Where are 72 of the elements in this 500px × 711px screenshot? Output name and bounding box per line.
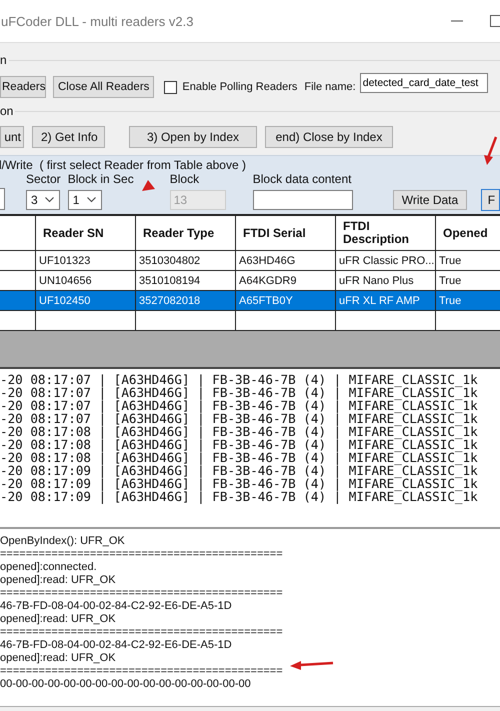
table-cell: UN104656 — [36, 271, 136, 290]
panel-title: l/Write ( first select Reader from Table above ) — [0, 158, 247, 172]
table-cell-text: True — [438, 254, 462, 268]
block-in-sector-dropdown[interactable]: 1 — [68, 190, 102, 210]
log-line: opened]:read: UFR_OK — [0, 613, 116, 626]
log-line: -20 08:17:09 | [A63HD46G] | FB-3B-46-7B (4) | MIFARE_CLASSIC_1k — [0, 490, 479, 503]
log-line: 46-7B-FD-08-04-00-02-84-C2-92-E6-DE-A5-1D — [0, 600, 232, 613]
block-data-field[interactable] — [252, 190, 353, 210]
table-cell: 3510304802 — [136, 251, 236, 270]
chevron-down-icon — [86, 197, 96, 203]
field-label: Block in Sec — [68, 172, 134, 186]
log-line: -20 08:17:08 | [A63HD46G] | FB-3B-46-7B (4) | MIFARE_CLASSIC_1k — [0, 425, 479, 438]
function-button[interactable]: 2) Get Info — [32, 126, 105, 148]
field-label: Sector — [26, 172, 61, 186]
reader-button[interactable]: Readers — [0, 76, 46, 98]
log-line: 46-7B-FD-08-04-00-02-84-C2-92-E6-DE-A5-1D — [0, 639, 232, 652]
table-cell-text: True — [438, 274, 462, 288]
function-button[interactable]: unt — [0, 126, 24, 148]
table-cell: A64KGDR9 — [236, 271, 336, 290]
table-row[interactable]: UF102450 3527082018 A65FTB0Y uFR XL RF AMP True — [0, 291, 500, 311]
reader-button[interactable]: Close All Readers — [53, 76, 154, 98]
log-line: -20 08:17:07 | [A63HD46G] | FB-3B-46-7B (4) | MIFARE_CLASSIC_1k — [0, 399, 479, 412]
annotation-arrow-icon — [484, 136, 498, 166]
log-line: -20 08:17:09 | [A63HD46G] | FB-3B-46-7B (4) | MIFARE_CLASSIC_1k — [0, 464, 479, 477]
input-field[interactable] — [0, 188, 5, 210]
table-cell-text: True — [438, 294, 462, 308]
annotation-arrow-icon — [290, 660, 334, 670]
log-line: -20 08:17:07 | [A63HD46G] | FB-3B-46-7B (4) | MIFARE_CLASSIC_1k — [0, 373, 479, 386]
column-header[interactable]: Opened — [436, 216, 500, 250]
column-header[interactable]: Reader Type — [136, 216, 236, 250]
file-name-field[interactable]: detected_card_date_test — [360, 73, 488, 93]
log-line: -20 08:17:08 | [A63HD46G] | FB-3B-46-7B (4) | MIFARE_CLASSIC_1k — [0, 451, 479, 464]
log-line: ============================================ — [0, 626, 283, 639]
checkbox-label: Enable Polling Readers — [182, 81, 298, 93]
annotation-arrow-icon — [142, 180, 156, 192]
sector-dropdown[interactable]: 3 — [26, 190, 60, 210]
table-cell: A65FTB0Y — [236, 291, 336, 310]
log-line: -20 08:17:08 | [A63HD46G] | FB-3B-46-7B (4) | MIFARE_CLASSIC_1k — [0, 438, 479, 451]
column-header[interactable]: FTDI Description — [336, 216, 436, 250]
polling-checkbox[interactable] — [164, 80, 178, 94]
log-line: ============================================ — [0, 665, 283, 678]
log-line: ============================================ — [0, 587, 283, 600]
table-cell: uFR Nano Plus — [336, 271, 436, 290]
table-cell: UF101323 — [36, 251, 136, 270]
write-data-button[interactable]: Write Data — [392, 190, 467, 210]
log-line: -20 08:17:09 | [A63HD46G] | FB-3B-46-7B (4) | MIFARE_CLASSIC_1k — [0, 477, 479, 490]
chevron-down-icon — [45, 197, 54, 203]
log-line: -20 08:17:07 | [A63HD46G] | FB-3B-46-7B (4) | MIFARE_CLASSIC_1k — [0, 412, 479, 425]
read-button[interactable]: F — [480, 189, 500, 211]
log-line: opened]:read: UFR_OK — [0, 652, 116, 665]
field-label: Block — [170, 172, 200, 186]
table-cell: uFR Classic PRO... — [336, 251, 436, 270]
table-cell: uFR XL RF AMP — [336, 291, 436, 310]
log-line: opened]:read: UFR_OK — [0, 574, 116, 587]
column-header[interactable]: FTDI Serial — [236, 216, 336, 250]
log-line: 00-00-00-00-00-00-00-00-00-00-00-00-00-00-00-00 — [0, 678, 251, 691]
log-line: ============================================ — [0, 548, 283, 561]
column-header[interactable]: Reader SN — [36, 216, 136, 250]
function-button[interactable]: 3) Open by Index — [129, 126, 257, 148]
field-label: Block data content — [252, 172, 352, 186]
table-row[interactable]: UF101323 3510304802 A63HD46G uFR Classic PRO... True — [0, 251, 500, 271]
field-label: File name: — [304, 81, 356, 93]
log-line: -20 08:17:07 | [A63HD46G] | FB-3B-46-7B (4) | MIFARE_CLASSIC_1k — [0, 386, 479, 399]
table-cell: 3527082018 — [136, 291, 236, 310]
table-cell: A63HD46G — [236, 251, 336, 270]
table-cell: UF102450 — [36, 291, 136, 310]
window-title: uFCoder DLL - multi readers v2.3 — [1, 14, 194, 28]
log-line: OpenByIndex(): UFR_OK — [0, 535, 125, 548]
table-cell: 3510108194 — [136, 271, 236, 290]
log-line: opened]:connected. — [0, 561, 97, 574]
function-button[interactable]: end) Close by Index — [265, 126, 393, 148]
maximize-icon[interactable] — [490, 15, 500, 27]
